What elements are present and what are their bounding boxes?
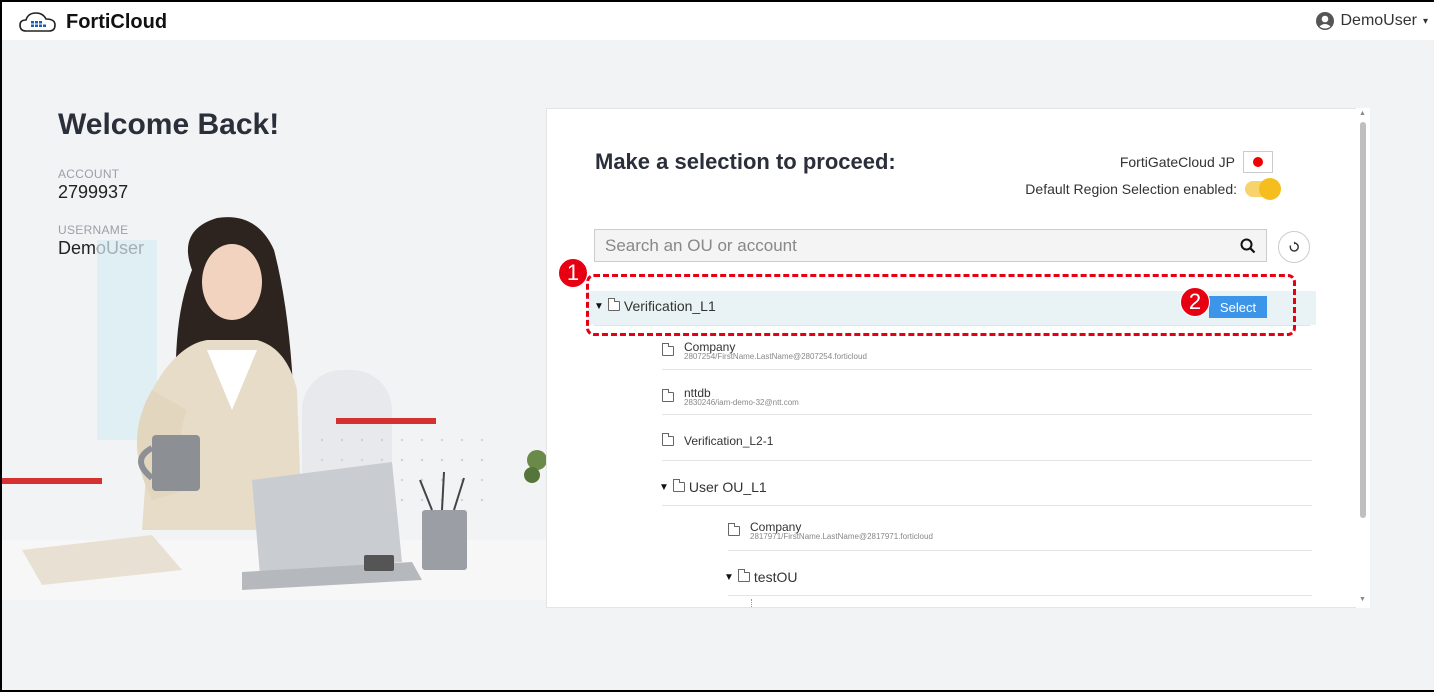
welcome-panel: Welcome Back! ACCOUNT 2799937 USERNAME D… <box>2 40 546 692</box>
default-region-toggle[interactable] <box>1245 178 1281 200</box>
default-region-label: Default Region Selection enabled: <box>1025 181 1237 197</box>
tree-item-ou[interactable]: Verification_L2-1 <box>662 433 774 448</box>
region-label: FortiGateCloud JP <box>1119 154 1235 170</box>
tree-item-ou-expanded[interactable]: ▼ testOU <box>724 569 797 585</box>
folder-icon <box>728 523 740 536</box>
search-box <box>594 229 1267 262</box>
select-button[interactable]: Select <box>1209 296 1267 318</box>
user-circle-icon <box>1315 12 1334 30</box>
account-sub: 2817971/FirstName.LastName@2817971.forti… <box>750 532 933 541</box>
tree-item-account[interactable]: Company 2817971/FirstName.LastName@28179… <box>728 521 933 541</box>
chevron-down-icon[interactable]: ▼ <box>594 301 604 312</box>
folder-icon <box>672 479 685 492</box>
forticloud-logo-icon <box>19 12 56 32</box>
folder-icon <box>662 433 674 446</box>
brand-logo[interactable]: FortiCloud <box>18 10 167 34</box>
step-badge-2: 2 <box>1180 287 1210 317</box>
divider <box>662 414 1312 415</box>
scroll-thumb[interactable] <box>1360 122 1366 518</box>
divider <box>728 550 1312 551</box>
refresh-icon <box>1289 241 1299 252</box>
tree-root[interactable]: ▼ Verification_L1 <box>594 298 716 314</box>
divider <box>662 505 1312 506</box>
user-name: DemoUser <box>1340 12 1417 29</box>
refresh-button[interactable] <box>1278 231 1310 263</box>
divider <box>662 369 1312 370</box>
folder-icon <box>607 298 620 311</box>
default-region: Default Region Selection enabled: <box>1025 178 1281 200</box>
top-bar: FortiCloud DemoUser ▾ <box>2 2 1432 40</box>
search-input[interactable] <box>595 230 1230 261</box>
search-icon[interactable] <box>1230 230 1266 261</box>
welcome-illustration <box>2 217 546 600</box>
divider <box>728 595 1312 596</box>
divider <box>594 325 1310 326</box>
region-indicator[interactable]: FortiGateCloud JP <box>1120 151 1273 173</box>
account-sub: 2830246/iam-demo-32@ntt.com <box>684 398 799 407</box>
folder-icon <box>662 343 674 356</box>
user-menu[interactable]: DemoUser ▾ <box>1315 11 1428 31</box>
account-label: ACCOUNT <box>58 167 120 181</box>
folder-icon <box>662 389 674 402</box>
chevron-down-icon: ▾ <box>1422 15 1428 27</box>
account-sub: 2807254/FirstName.LastName@2807254.forti… <box>684 352 867 361</box>
account-text: Company 2807254/FirstName.LastName@28072… <box>684 341 867 361</box>
tree-root-name: Verification_L1 <box>623 298 716 314</box>
ou-name: testOU <box>753 569 798 585</box>
chevron-down-icon[interactable]: ▼ <box>659 482 669 493</box>
tree-item-ou-expanded[interactable]: ▼ User OU_L1 <box>659 479 767 495</box>
ou-name: Verification_L2-1 <box>684 434 774 448</box>
scroll-down-icon[interactable]: ▼ <box>1359 596 1366 603</box>
scrollbar[interactable]: ▲ ▼ <box>1356 108 1370 608</box>
brand-name: FortiCloud <box>66 10 168 33</box>
selection-area: Make a selection to proceed: FortiGateCl… <box>546 40 1434 692</box>
divider <box>662 460 1312 461</box>
selection-title: Make a selection to proceed: <box>595 149 896 174</box>
region-status[interactable] <box>1243 151 1273 173</box>
scroll-up-icon[interactable]: ▲ <box>1359 110 1366 117</box>
ou-name: User OU_L1 <box>688 479 767 495</box>
toggle-knob <box>1259 178 1281 200</box>
account-text: Company 2817971/FirstName.LastName@28179… <box>750 521 933 541</box>
tree-connector <box>751 599 752 607</box>
tree-item-account[interactable]: nttdb 2830246/iam-demo-32@ntt.com <box>662 387 799 407</box>
chevron-down-icon[interactable]: ▼ <box>724 572 734 583</box>
account-value: 2799937 <box>58 182 129 202</box>
welcome-title: Welcome Back! <box>58 108 280 141</box>
account-text: nttdb 2830246/iam-demo-32@ntt.com <box>684 387 799 407</box>
region-dot-icon <box>1253 157 1263 167</box>
folder-icon <box>737 569 750 582</box>
tree-item-account[interactable]: Company 2807254/FirstName.LastName@28072… <box>662 341 867 361</box>
selection-card: Make a selection to proceed: FortiGateCl… <box>546 108 1358 608</box>
step-badge-1: 1 <box>558 258 588 288</box>
